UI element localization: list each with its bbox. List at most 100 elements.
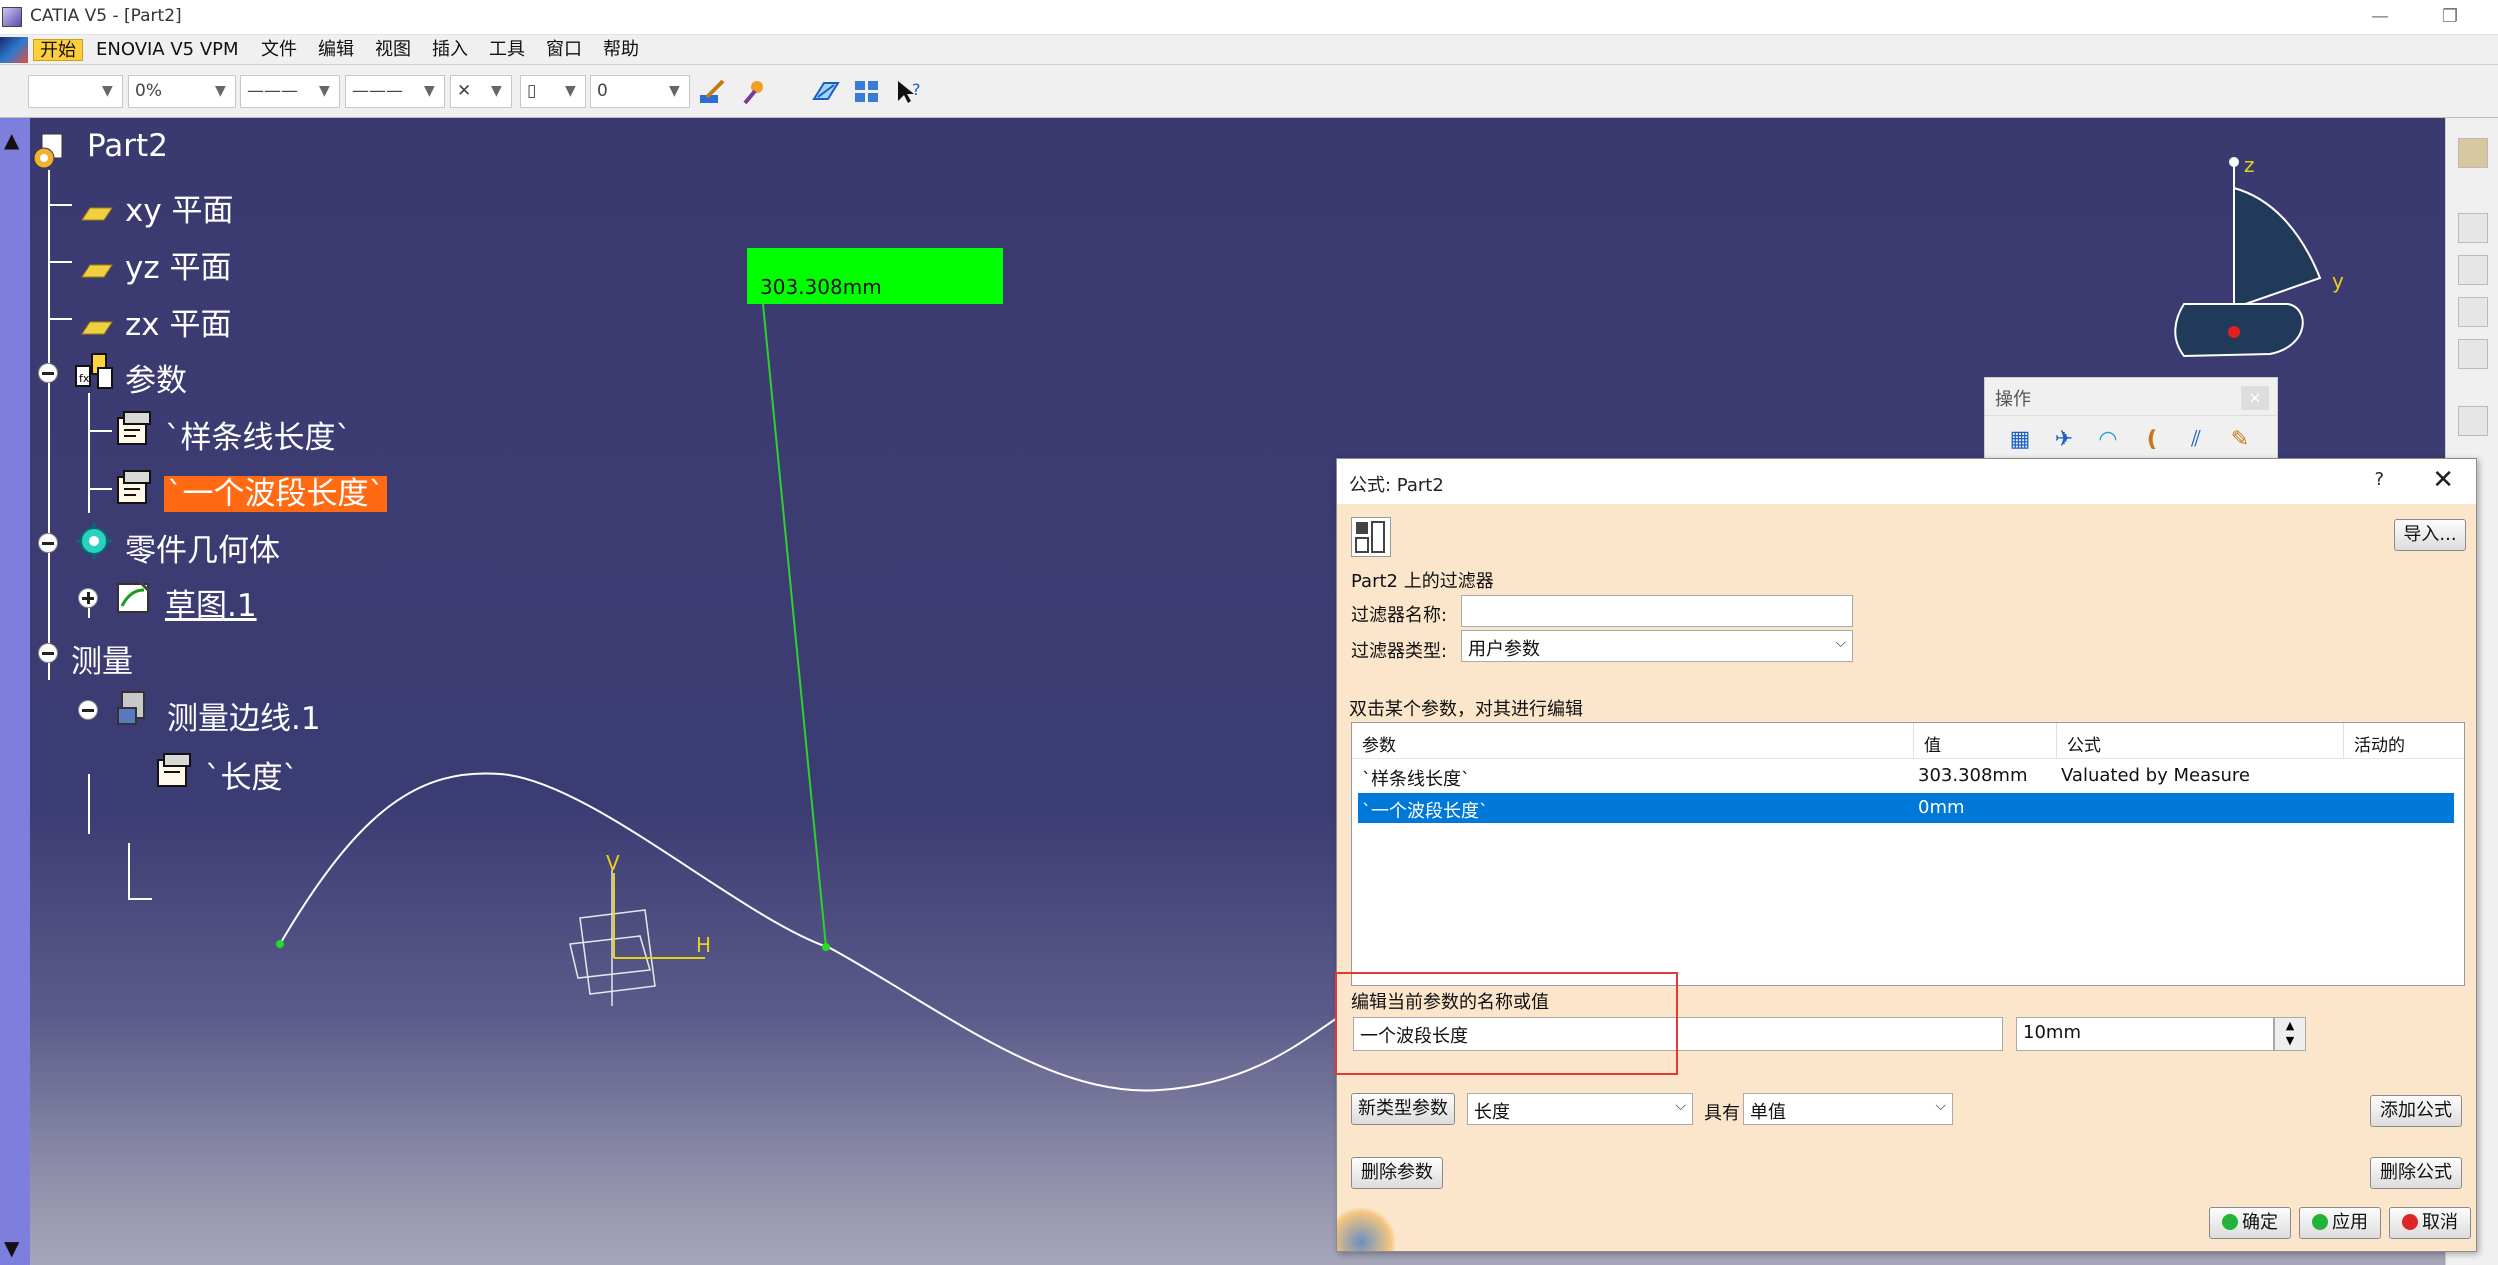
filter-type-select[interactable]: 用户参数 ⌵	[1461, 630, 1853, 662]
svg-text:?: ?	[912, 80, 921, 99]
tree-item-measure-edge[interactable]: 测量边线.1	[164, 693, 324, 738]
catia-app-icon	[2, 7, 22, 27]
left-scrollbar[interactable]: ▲ ▼	[0, 118, 30, 1265]
parameter-value-input[interactable]: 10mm	[2016, 1017, 2274, 1051]
menu-window[interactable]: 窗口	[540, 39, 588, 61]
color-combo[interactable]: ▼	[28, 75, 123, 108]
cancel-button[interactable]: 取消	[2389, 1207, 2471, 1239]
menu-bar: 开始 ENOVIA V5 VPM 文件 编辑 视图 插入 工具 窗口 帮助	[0, 35, 2498, 65]
column-header-parameter[interactable]: 参数	[1352, 723, 1914, 759]
tool-icon[interactable]	[2458, 255, 2488, 285]
add-formula-button[interactable]: 添加公式	[2370, 1095, 2462, 1127]
cancel-icon	[2402, 1214, 2418, 1230]
line-type-combo[interactable]: ——— ▼	[240, 75, 340, 108]
column-header-formula[interactable]: 公式	[2057, 723, 2344, 759]
column-header-active[interactable]: 活动的	[2344, 723, 2464, 759]
tree-item-parameters[interactable]: 参数	[122, 355, 190, 400]
measure-point	[822, 943, 830, 951]
filter-name-input[interactable]	[1461, 595, 1853, 627]
compass-y-label: y	[2332, 269, 2344, 293]
tree-item-measure[interactable]: 测量	[68, 636, 136, 681]
tree-item-length[interactable]: `长度`	[202, 752, 301, 797]
graphic-properties-wizard-icon[interactable]	[737, 77, 771, 109]
spline-start-point	[276, 940, 284, 948]
tree-item-xy-plane[interactable]: xy 平面	[122, 185, 237, 230]
cell-parameter: `一个波段长度`	[1362, 801, 1488, 822]
symmetry-icon[interactable]: ⫽	[2181, 426, 2211, 454]
menu-view[interactable]: 视图	[369, 39, 417, 61]
value-spinner[interactable]: ▲ ▼	[2274, 1017, 2306, 1051]
apply-button[interactable]: 应用	[2299, 1207, 2381, 1239]
menu-tools[interactable]: 工具	[483, 39, 531, 61]
workbench-icon[interactable]	[2458, 138, 2488, 168]
table-row[interactable]: `样条线长度` 303.308mm Valuated by Measure	[1358, 761, 2454, 791]
tool-icon[interactable]	[2458, 213, 2488, 243]
dialog-close-button[interactable]: ✕	[2432, 465, 2454, 495]
operations-toolbar: 操作 × ▦ ✈ ◠ ❪ ⫽ ✎	[1984, 377, 2278, 461]
layer-combo[interactable]: 0 ▼	[590, 75, 690, 108]
point-symbol-combo[interactable]: ✕ ▼	[450, 75, 512, 108]
whats-this-help-icon[interactable]: ?	[892, 77, 926, 109]
fillet-icon[interactable]: ▦	[2005, 426, 2035, 454]
select-icon[interactable]	[2458, 406, 2488, 436]
sketch-plane-icon[interactable]	[808, 77, 842, 109]
column-header-value[interactable]: 值	[1914, 723, 2057, 759]
formula-tree-icon[interactable]	[1351, 517, 1391, 557]
table-row-selected[interactable]: `一个波段长度` 0mm	[1358, 793, 2454, 823]
tree-root-part2[interactable]: Part2	[84, 128, 171, 164]
measure-leader-line	[762, 303, 827, 948]
menu-edit[interactable]: 编辑	[312, 39, 360, 61]
cell-formula: Valuated by Measure	[2061, 765, 2250, 786]
value-kind-select[interactable]: 单值 ⌵	[1743, 1093, 1953, 1125]
collapse-measure-edge-icon[interactable]	[78, 700, 98, 720]
chamfer-icon[interactable]: ✈	[2049, 426, 2079, 454]
painter-icon[interactable]	[695, 77, 729, 109]
scroll-up-icon[interactable]: ▲	[4, 128, 19, 152]
tool-icon[interactable]	[2458, 297, 2488, 327]
plane-icon	[78, 194, 116, 232]
catia-logo-icon[interactable]	[0, 37, 28, 63]
menu-insert[interactable]: 插入	[426, 39, 474, 61]
spline-curve	[279, 772, 1341, 1092]
collapse-measure-icon[interactable]	[38, 643, 58, 663]
tree-item-sketch1[interactable]: 草图.1	[162, 580, 260, 625]
menu-file[interactable]: 文件	[255, 39, 303, 61]
minimize-button[interactable]: —	[2360, 2, 2400, 32]
menu-enovia[interactable]: ENOVIA V5 VPM	[90, 39, 245, 61]
menu-start[interactable]: 开始	[33, 39, 83, 61]
graphic-properties-toolbar: ▼ 0% ▼ ——— ▼ ——— ▼ ✕ ▼ ▯ ▼ 0 ▼ ?	[0, 65, 2498, 118]
tree-item-wave-length[interactable]: `一个波段长度`	[164, 468, 387, 513]
tree-item-spline-length[interactable]: `样条线长度`	[162, 412, 354, 457]
cell-value: 0mm	[1918, 797, 1965, 818]
menu-help[interactable]: 帮助	[597, 39, 645, 61]
multi-view-icon[interactable]	[850, 77, 884, 109]
expand-sketch-icon[interactable]	[78, 588, 98, 608]
filter-name-label: 过滤器名称:	[1351, 605, 1448, 626]
tree-item-yz-plane[interactable]: yz 平面	[122, 242, 234, 287]
annotation-highlight-box	[1335, 972, 1678, 1075]
tree-item-zx-plane[interactable]: zx 平面	[122, 299, 234, 344]
dialog-help-button[interactable]: ?	[2374, 469, 2384, 490]
delete-formula-button[interactable]: 删除公式	[2370, 1157, 2462, 1189]
operations-close-button[interactable]: ×	[2241, 386, 2269, 410]
import-button[interactable]: 导入...	[2394, 519, 2466, 551]
collapse-partbody-icon[interactable]	[38, 533, 58, 553]
rendering-style-combo[interactable]: ▯ ▼	[520, 75, 586, 108]
line-weight-combo[interactable]: ——— ▼	[345, 75, 445, 108]
collapse-parameters-icon[interactable]	[38, 363, 58, 383]
new-parameter-type-select[interactable]: 长度 ⌵	[1467, 1093, 1693, 1125]
ok-icon	[2222, 1214, 2238, 1230]
new-parameter-button[interactable]: 新类型参数	[1351, 1093, 1455, 1125]
corner-icon[interactable]: ❪	[2137, 426, 2167, 454]
delete-parameter-button[interactable]: 删除参数	[1351, 1157, 1443, 1189]
trim-icon[interactable]: ◠	[2093, 426, 2123, 454]
part-root-icon[interactable]	[30, 132, 68, 170]
ok-button[interactable]: 确定	[2209, 1207, 2291, 1239]
sketch-icon	[114, 576, 152, 614]
transparency-combo[interactable]: 0% ▼	[128, 75, 236, 108]
scroll-down-icon[interactable]: ▼	[4, 1236, 19, 1260]
tree-item-part-body[interactable]: 零件几何体	[122, 525, 283, 570]
project-icon[interactable]: ✎	[2225, 426, 2255, 454]
tool-icon[interactable]	[2458, 339, 2488, 369]
restore-button[interactable]: ❐	[2430, 2, 2470, 32]
